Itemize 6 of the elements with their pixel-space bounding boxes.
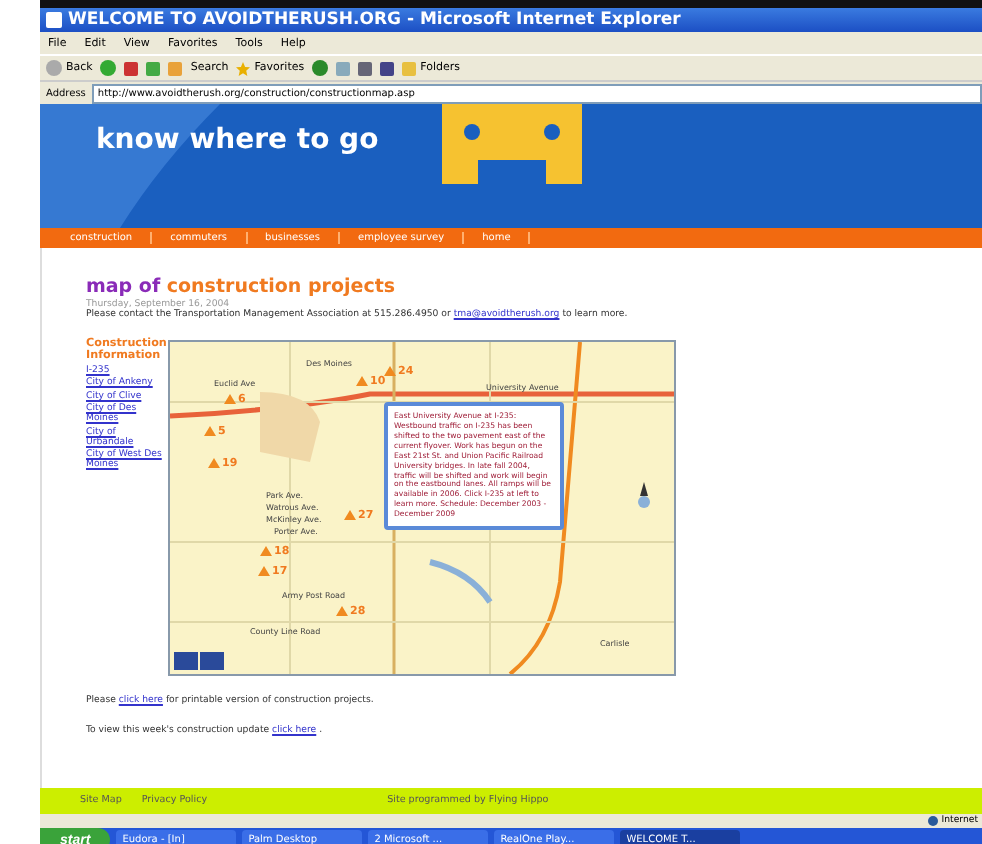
star-icon: [236, 61, 251, 75]
title-text: WELCOME TO AVOIDTHERUSH.ORG - Microsoft Internet Explorer: [68, 10, 681, 30]
compass-icon: [638, 482, 650, 508]
page-heading: map of construction projects: [86, 276, 398, 298]
site-tagline: know where to go: [96, 124, 379, 156]
globe-icon: [927, 816, 938, 826]
